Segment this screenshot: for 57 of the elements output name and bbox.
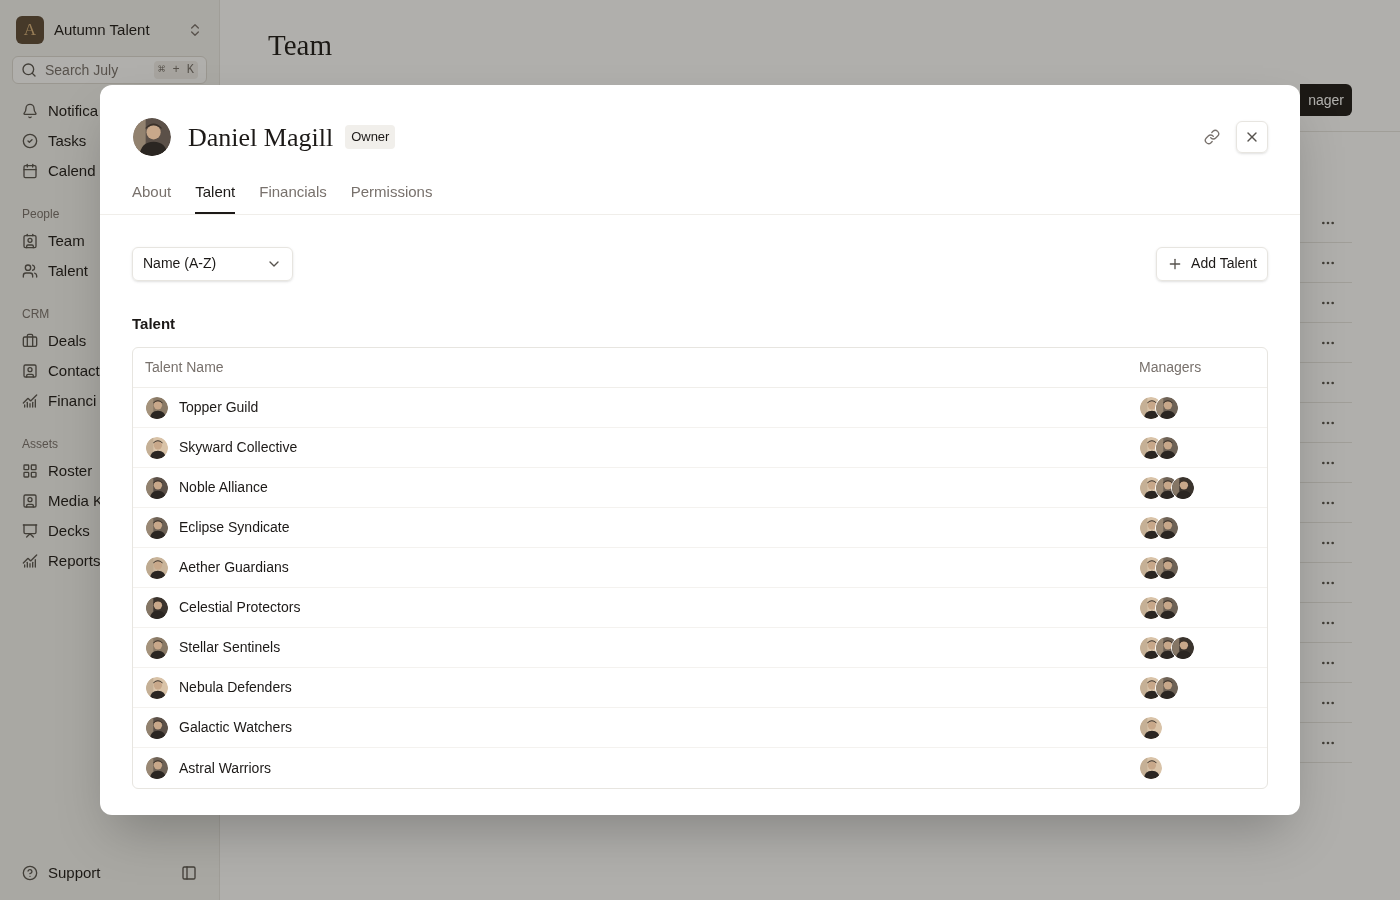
search-icon xyxy=(21,62,37,78)
talent-name[interactable]: Eclipse Syndicate xyxy=(179,517,290,538)
tab[interactable]: Financials xyxy=(259,181,327,214)
nav-item[interactable]: Calend xyxy=(48,159,96,183)
link-icon[interactable] xyxy=(1204,129,1220,145)
talent-name[interactable]: Stellar Sentinels xyxy=(179,637,281,658)
id-card-icon xyxy=(22,233,38,249)
page-title: Team xyxy=(268,28,333,63)
calendar-icon xyxy=(22,163,38,179)
nav-item[interactable]: Talent xyxy=(48,259,89,283)
nav-item[interactable]: Tasks xyxy=(48,129,87,153)
sidebar-toggle-icon[interactable] xyxy=(181,864,197,881)
add-talent-button[interactable]: Add Talent xyxy=(1156,246,1268,281)
sort-dropdown[interactable]: Name (A-Z) xyxy=(132,246,293,281)
section-label: Assets xyxy=(22,436,58,453)
grid-icon xyxy=(22,463,38,479)
column-header: Talent Name xyxy=(145,358,225,377)
nav-item[interactable]: Decks xyxy=(48,519,90,543)
nav-item[interactable]: Team xyxy=(48,229,85,253)
nav-item[interactable]: Deals xyxy=(48,329,87,353)
search-field[interactable]: Search July xyxy=(45,59,146,81)
talent-name[interactable]: Nebula Defenders xyxy=(179,677,292,698)
person-name: Daniel Magill xyxy=(188,121,334,154)
talent-name[interactable]: Noble Alliance xyxy=(179,477,268,498)
column-header: Managers xyxy=(1139,358,1203,377)
presentation-icon xyxy=(22,523,38,539)
support-link[interactable]: Support xyxy=(48,861,171,884)
section-label: CRM xyxy=(22,306,50,323)
talent-name[interactable]: Skyward Collective xyxy=(179,437,298,458)
chart-icon xyxy=(22,553,38,569)
section-title: Talent xyxy=(131,313,177,334)
nav-item[interactable]: Roster xyxy=(48,459,93,483)
add-manager-button[interactable]: nager xyxy=(1300,84,1352,116)
workspace-name: Autumn Talent xyxy=(54,19,151,40)
talent-name[interactable]: Topper Guild xyxy=(179,397,259,418)
talent-name[interactable]: Aether Guardians xyxy=(179,557,289,578)
section-label: People xyxy=(22,206,60,223)
help-icon xyxy=(22,864,38,881)
bell-icon xyxy=(22,103,38,119)
briefcase-icon xyxy=(22,333,38,349)
nav-item[interactable]: Notifica xyxy=(48,99,99,123)
tab[interactable]: About xyxy=(132,181,172,214)
nav-item[interactable]: Financi xyxy=(48,389,97,413)
nav-item[interactable]: Contact xyxy=(48,359,100,383)
chart-icon xyxy=(22,393,38,409)
shortcut-hint: ⌘ + K xyxy=(153,61,198,79)
talent-name[interactable]: Celestial Protectors xyxy=(179,597,301,618)
check-circle-icon xyxy=(22,133,38,149)
talent-name[interactable]: Galactic Watchers xyxy=(179,717,293,738)
contact-card-icon xyxy=(22,363,38,379)
user-square-icon xyxy=(22,493,38,509)
tab[interactable]: Talent xyxy=(195,181,236,214)
nav-item[interactable]: Reports xyxy=(48,549,101,573)
role-badge: Owner xyxy=(345,125,396,149)
users-icon xyxy=(22,263,38,279)
talent-name[interactable]: Astral Warriors xyxy=(179,757,272,779)
tab[interactable]: Permissions xyxy=(350,181,433,214)
